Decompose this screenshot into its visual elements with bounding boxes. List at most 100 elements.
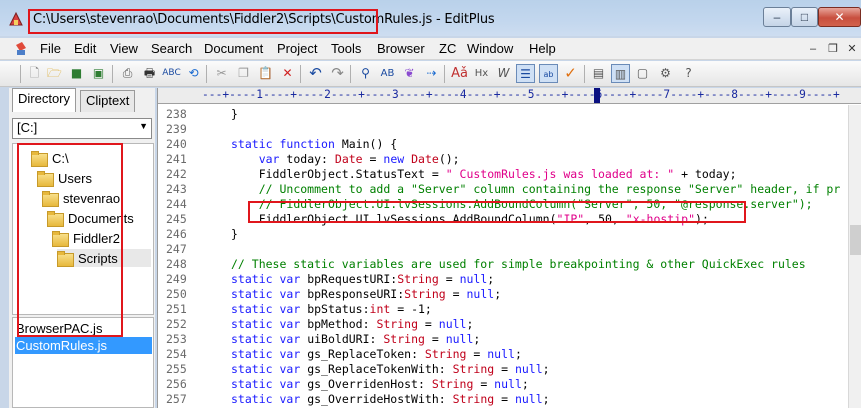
preferences-icon[interactable]: ⚙ — [656, 64, 675, 83]
new-file-icon[interactable]: 🗋 — [25, 64, 44, 83]
mdi-restore-button[interactable]: ❐ — [826, 42, 840, 56]
tab-directory[interactable]: Directory — [12, 88, 77, 112]
fullscreen-icon[interactable]: ▢ — [633, 64, 652, 83]
menu-view[interactable]: View — [110, 41, 138, 56]
menu-zc[interactable]: ZC — [439, 41, 456, 56]
tab-cliptext[interactable]: Cliptext — [80, 90, 136, 112]
open-folder-icon[interactable]: 🗁 — [45, 64, 64, 83]
code-text[interactable]: var today: Date = new Date(); — [231, 152, 460, 167]
goto-icon[interactable]: ⇢ — [422, 64, 441, 83]
menu-project[interactable]: Project — [277, 41, 317, 56]
save-all-icon[interactable]: ▣ — [89, 64, 108, 83]
close-button[interactable]: ✕ — [818, 7, 861, 27]
code-text[interactable]: static var gs_OverridenHost: String = nu… — [231, 377, 529, 392]
vertical-scrollbar[interactable] — [848, 105, 861, 408]
line-number: 241 — [166, 152, 187, 166]
redo-icon[interactable]: ↷ — [328, 64, 347, 83]
line-number: 248 — [166, 257, 187, 271]
directory-window-icon[interactable]: ▤ — [589, 64, 608, 83]
print-icon[interactable]: 🖶 — [140, 64, 159, 83]
code-text[interactable]: } — [231, 107, 238, 122]
editplus-app-icon[interactable] — [8, 11, 24, 27]
mdi-minimize-button[interactable]: – — [806, 42, 820, 56]
line-number: 240 — [166, 137, 187, 151]
replace-icon[interactable]: AB — [378, 64, 397, 83]
code-text[interactable]: static var bpRequestURI:String = null; — [231, 272, 494, 287]
maximize-button[interactable]: □ — [791, 7, 818, 27]
document-icon[interactable] — [14, 42, 28, 56]
title-annotation-box — [28, 9, 378, 34]
file-item-customrules[interactable]: CustomRules.js — [15, 337, 152, 354]
line-number: 245 — [166, 212, 187, 226]
line-number: 255 — [166, 362, 187, 376]
paste-icon[interactable]: 📋 — [256, 64, 275, 83]
line-number: 244 — [166, 197, 187, 211]
help-icon[interactable]: ? — [679, 64, 698, 83]
browser-icon[interactable]: ⟲ — [184, 64, 203, 83]
code-text[interactable]: // These static variables are used for s… — [231, 257, 806, 272]
menu-document[interactable]: Document — [204, 41, 263, 56]
code-text[interactable]: static function Main() { — [231, 137, 397, 152]
line-number: 242 — [166, 167, 187, 181]
line-number: 252 — [166, 317, 187, 331]
hex-view-icon[interactable]: Hx — [472, 64, 491, 83]
print-preview-icon[interactable]: ⎙ — [118, 64, 137, 83]
output-window-icon[interactable]: ▥ — [611, 64, 630, 83]
menu-browser[interactable]: Browser — [377, 41, 425, 56]
cut-icon[interactable]: ✂ — [212, 64, 231, 83]
save-icon[interactable]: ■ — [67, 64, 86, 83]
column-select-icon[interactable]: ab — [539, 64, 558, 83]
line-number: 238 — [166, 107, 187, 121]
mdi-close-button[interactable]: ✕ — [845, 42, 859, 56]
code-text[interactable]: // Uncomment to add a "Server" column co… — [231, 182, 841, 197]
delete-icon[interactable]: ✕ — [278, 64, 297, 83]
window-title-app: - EditPlus — [432, 12, 495, 27]
ruler-marks: ---+----1----+----2----+----3----+----4-… — [202, 88, 840, 101]
chevron-down-icon[interactable]: ▼ — [139, 121, 148, 131]
editor-pane[interactable]: ---+----1----+----2----+----3----+----4-… — [157, 88, 861, 408]
code-text[interactable]: static var gs_ReplaceTokenWith: String =… — [231, 362, 550, 377]
line-number: 243 — [166, 182, 187, 196]
spell-check-icon[interactable]: ABC — [162, 64, 181, 83]
undo-icon[interactable]: ↶ — [306, 64, 325, 83]
line-number: 246 — [166, 227, 187, 241]
code-text[interactable]: FiddlerObject.StatusText = " CustomRules… — [231, 167, 737, 182]
toolbar: 🗋 🗁 ■ ▣ ⎙ 🖶 ABC ⟲ ✂ ❐ 📋 ✕ ↶ ↷ ⚲ AB ❦ ⇢ A… — [0, 61, 861, 87]
line-number: 254 — [166, 347, 187, 361]
code-text[interactable]: static var gs_OverrideHostWith: String =… — [231, 392, 550, 407]
minimize-button[interactable]: – — [763, 7, 791, 27]
find-icon[interactable]: ⚲ — [356, 64, 375, 83]
column-ruler: ---+----1----+----2----+----3----+----4-… — [158, 88, 861, 104]
drive-select-value: [C:] — [17, 120, 38, 135]
scrollbar-thumb[interactable] — [850, 225, 861, 255]
code-text[interactable]: static var bpMethod: String = null; — [231, 317, 473, 332]
menu-search[interactable]: Search — [151, 41, 192, 56]
line-number: 249 — [166, 272, 187, 286]
ruler-cursor — [594, 88, 600, 103]
find-in-files-icon[interactable]: ❦ — [400, 64, 419, 83]
code-text[interactable]: static var bpResponseURI:String = null; — [231, 287, 501, 302]
code-area[interactable]: 238} 239 240 static function Main() { 241 va… — [158, 105, 850, 408]
font-icon[interactable]: Aǎ — [450, 64, 469, 83]
check-icon[interactable]: ✓ — [561, 64, 580, 83]
line-number: 253 — [166, 332, 187, 346]
line-number-icon[interactable]: ☰ — [516, 64, 535, 83]
code-text[interactable]: } — [231, 227, 238, 242]
copy-icon[interactable]: ❐ — [234, 64, 253, 83]
code-annotation-box — [248, 201, 746, 223]
line-number: 251 — [166, 302, 187, 316]
menu-help[interactable]: Help — [529, 41, 556, 56]
line-number: 239 — [166, 122, 187, 136]
menu-file[interactable]: File — [40, 41, 61, 56]
title-bar: C:\Users\stevenrao\Documents\Fiddler2\Sc… — [0, 0, 861, 36]
menu-window[interactable]: Window — [467, 41, 513, 56]
code-text[interactable]: static var gs_ReplaceToken: String = nul… — [231, 347, 522, 362]
code-text[interactable]: static var bpStatus:int = -1; — [231, 302, 432, 317]
line-number: 257 — [166, 392, 187, 406]
line-number: 256 — [166, 377, 187, 391]
menu-edit[interactable]: Edit — [74, 41, 96, 56]
word-wrap-icon[interactable]: W — [494, 64, 513, 83]
menu-tools[interactable]: Tools — [331, 41, 361, 56]
drive-select[interactable]: [C:] ▼ — [12, 118, 152, 139]
code-text[interactable]: static var uiBoldURI: String = null; — [231, 332, 480, 347]
